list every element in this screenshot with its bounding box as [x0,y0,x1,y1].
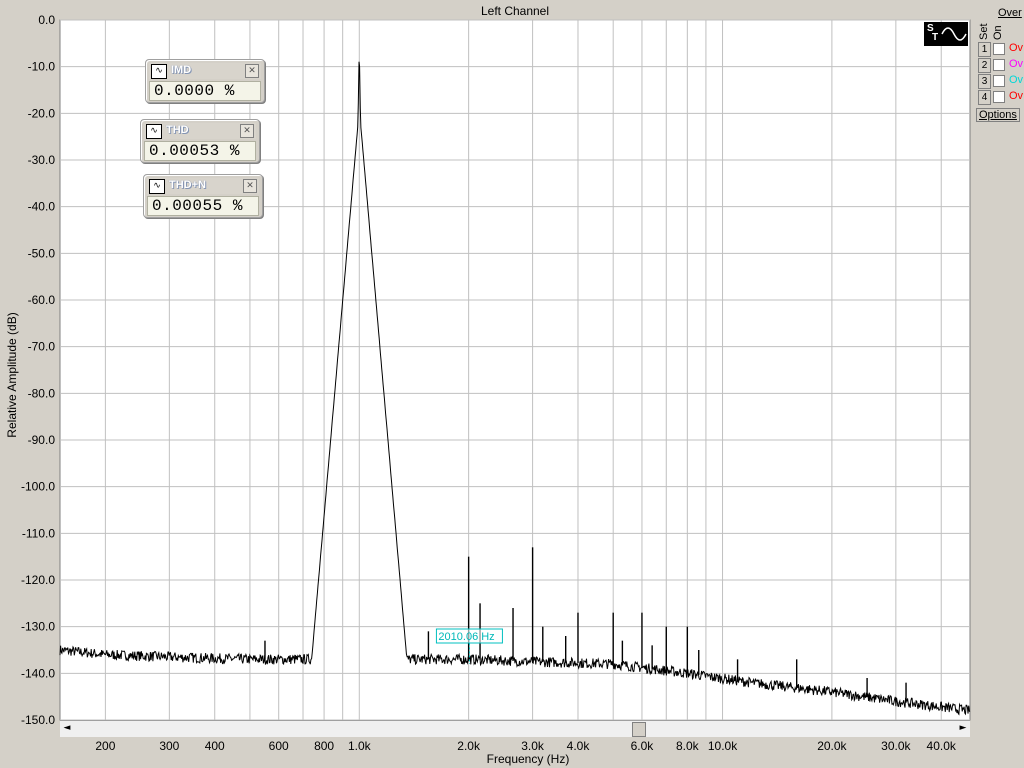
thdn-meter[interactable]: ∿ THD+N ✕ 0.00055 % [143,174,263,218]
scroll-left-icon[interactable]: ◄ [60,722,74,735]
cursor-label: 2010.06 Hz [438,631,494,643]
y-tick-label: -10.0 [28,60,56,74]
set-button-1[interactable]: 1 [978,42,991,57]
horizontal-scrollbar[interactable]: ◄ ► [60,720,970,737]
x-tick-label: 200 [95,739,115,753]
x-tick-label: 4.0k [567,739,591,753]
imd-meter-header[interactable]: ∿ IMD ✕ [149,63,261,79]
thdn-value: 0.00055 % [147,196,259,216]
y-tick-label: -40.0 [28,200,56,214]
x-axis-label: Frequency (Hz) [487,752,570,766]
y-tick-label: -110.0 [22,526,55,540]
x-tick-label: 8.0k [676,739,700,753]
set-button-4[interactable]: 4 [978,90,991,105]
cursor-readout[interactable]: 2010.06 Hz [435,628,503,644]
on-checkbox-4[interactable] [993,91,1005,103]
chart-title: Left Channel [481,4,549,18]
thd-meter-header[interactable]: ∿ THD ✕ [144,123,256,139]
x-tick-label: 6.0k [631,739,655,753]
close-icon[interactable]: ✕ [243,179,257,193]
x-tick-label: 400 [205,739,225,753]
waveform-icon: ∿ [146,124,162,139]
y-tick-label: -140.0 [21,666,55,680]
over-indicator-4: Ov [1009,90,1024,102]
on-header: On [992,25,1004,40]
thd-value: 0.00053 % [144,141,256,161]
on-checkbox-1[interactable] [993,43,1005,55]
x-tick-label: 1.0k [348,739,372,753]
y-tick-label: -80.0 [28,386,56,400]
imd-value: 0.0000 % [149,81,261,101]
channel-row-4: 4 Ov [976,90,1024,105]
x-tick-label: 30.0k [881,739,911,753]
x-tick-label: 800 [314,739,334,753]
close-icon[interactable]: ✕ [240,124,254,138]
x-tick-label: 300 [159,739,179,753]
waveform-icon: ∿ [149,179,165,194]
x-tick-label: 2.0k [457,739,481,753]
thd-meter[interactable]: ∿ THD ✕ 0.00053 % [140,119,260,163]
close-icon[interactable]: ✕ [245,64,259,78]
y-tick-label: -120.0 [21,573,55,587]
y-tick-label: -100.0 [21,480,55,494]
on-checkbox-2[interactable] [993,59,1005,71]
x-tick-label: 3.0k [521,739,545,753]
scroll-thumb[interactable] [632,722,646,737]
channel-row-3: 3 Ov [976,74,1024,89]
y-tick-label: -70.0 [28,340,56,354]
y-tick-label: -30.0 [28,153,56,167]
y-tick-label: -50.0 [28,246,56,260]
over-indicator-3: Ov [1009,74,1024,86]
over-indicator-2: Ov [1009,58,1024,70]
waveform-icon: ∿ [151,64,167,79]
set-button-2[interactable]: 2 [978,58,991,73]
y-axis-label: Relative Amplitude (dB) [5,312,19,437]
y-tick-label: -20.0 [28,106,56,120]
y-tick-label: -130.0 [21,620,55,634]
y-tick-label: 0.0 [38,13,55,27]
y-tick-label: -150.0 [21,713,55,727]
thd-label: THD [166,124,189,136]
set-button-3[interactable]: 3 [978,74,991,89]
sine-wave-icon [941,27,967,41]
over-indicator-1: Ov [1009,42,1024,54]
x-axis-ticks: 200 300 400 600 800 1.0k 2.0k 3.0k 4.0k 6.0k 8.0k 1… [95,739,957,753]
on-checkbox-3[interactable] [993,75,1005,87]
x-tick-label: 600 [269,739,289,753]
thdn-meter-header[interactable]: ∿ THD+N ✕ [147,178,259,194]
y-tick-label: -60.0 [28,293,56,307]
scroll-right-icon[interactable]: ► [956,722,970,735]
spectrum-chart: 0.0 -10.0 -20.0 -30.0 -40.0 -50.0 -60.0 -70.0 -8… [5,4,971,766]
imd-meter[interactable]: ∿ IMD ✕ 0.0000 % [145,59,265,103]
signal-type-button[interactable]: S T [924,22,968,46]
thdn-label: THD+N [169,179,206,191]
set-header: Set [978,23,990,40]
channel-row-1: 1 Ov [976,42,1024,57]
over-header[interactable]: Over [998,7,1022,19]
x-tick-label: 10.0k [708,739,738,753]
x-tick-label: 40.0k [927,739,957,753]
imd-label: IMD [171,64,192,76]
y-axis-ticks: 0.0 -10.0 -20.0 -30.0 -40.0 -50.0 -60.0 -70.0 -8… [21,13,55,727]
y-tick-label: -90.0 [28,433,56,447]
options-button[interactable]: Options [976,108,1020,122]
x-tick-label: 20.0k [817,739,847,753]
channel-row-2: 2 Ov [976,58,1024,73]
